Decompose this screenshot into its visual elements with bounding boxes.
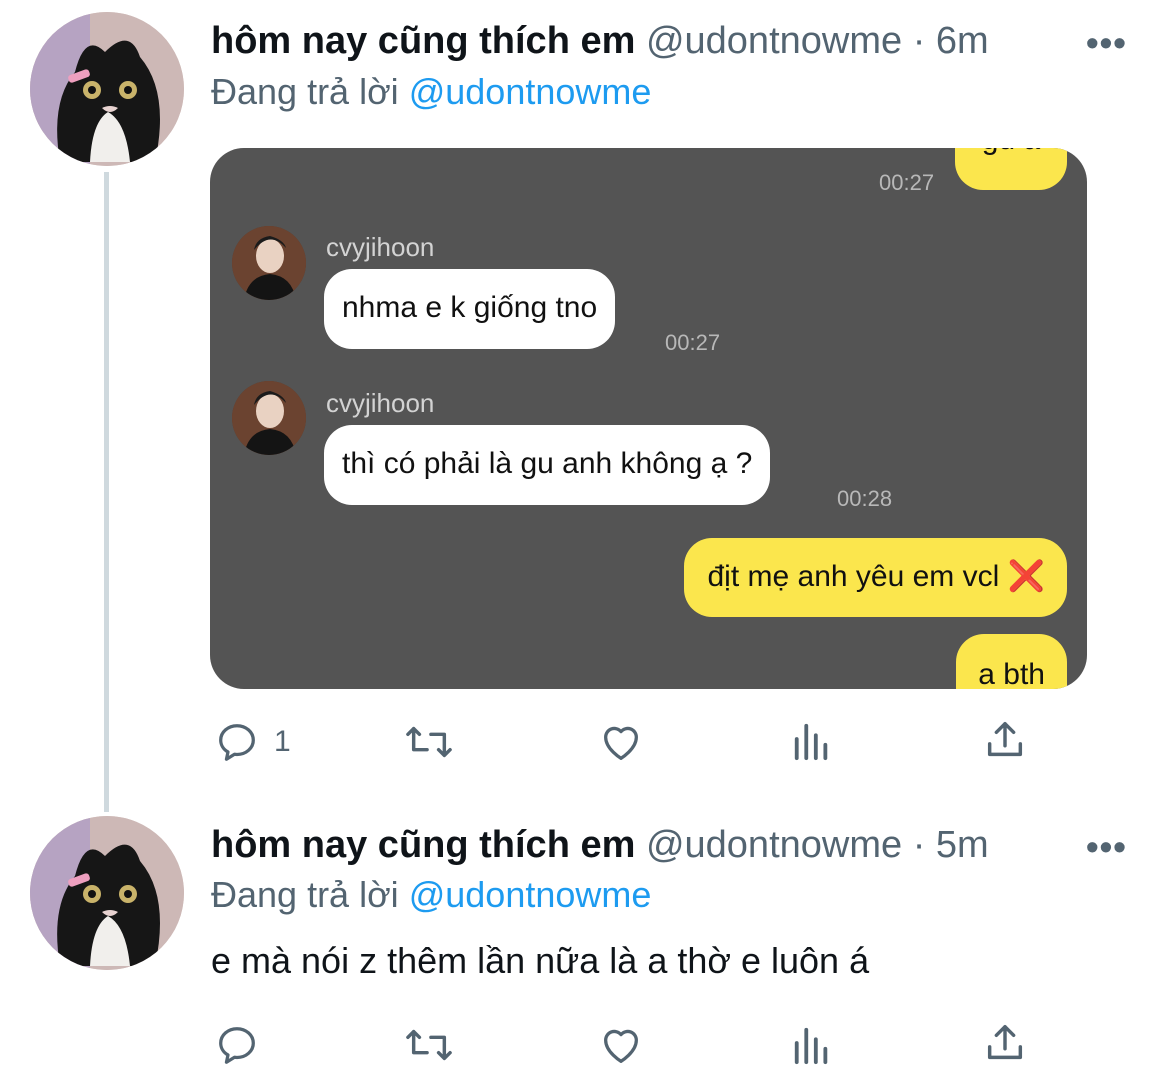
reply-button[interactable]: 1 <box>214 719 291 765</box>
reply-icon <box>219 724 255 761</box>
tweet-timestamp[interactable]: 6m <box>936 20 989 62</box>
like-icon <box>604 726 638 760</box>
cross-mark-icon: ❌ <box>1007 560 1045 593</box>
outgoing-bubble-text: địt mẹ anh yêu em vcl <box>707 560 1000 593</box>
views-button[interactable] <box>792 720 832 762</box>
replying-to: Đang trả lời @udontnowme <box>211 877 651 913</box>
incoming-bubble-text: nhma e k giống tno <box>342 291 598 324</box>
display-name[interactable]: hôm nay cũng thích em <box>211 824 635 866</box>
replying-to-label: Đang trả lời <box>211 71 399 112</box>
incoming-bubble: thì có phải là gu anh không ạ ? <box>324 425 771 505</box>
share-icon <box>987 721 1023 757</box>
separator-dot: · <box>912 824 926 866</box>
reply-button[interactable] <box>214 1022 260 1068</box>
incoming-bubble-text: thì có phải là gu anh không ạ ? <box>342 447 753 480</box>
replying-to-mention[interactable]: @udontnowme <box>409 874 652 915</box>
tweet-header: hôm nay cũng thích em @udontnowme · 6m <box>211 22 989 60</box>
avatar[interactable] <box>30 12 184 166</box>
views-icon <box>794 1027 828 1065</box>
separator-dot: · <box>912 20 926 62</box>
thread-connector-line <box>104 172 109 812</box>
share-icon <box>987 1024 1023 1060</box>
outgoing-bubble-top: gu a <box>955 148 1067 190</box>
chat-avatar <box>232 381 306 455</box>
message-time: 00:28 <box>837 486 893 511</box>
outgoing-bubble-text: a bth <box>978 658 1045 690</box>
views-button[interactable] <box>792 1024 832 1066</box>
like-button[interactable] <box>598 1022 644 1068</box>
person-avatar-image <box>232 381 306 455</box>
reply-count: 1 <box>274 725 291 758</box>
user-handle[interactable]: @udontnowme <box>646 20 902 62</box>
user-handle[interactable]: @udontnowme <box>646 824 902 866</box>
outgoing-bubble-text: gu a <box>982 148 1040 156</box>
more-options-icon[interactable]: ••• <box>1086 826 1127 868</box>
retweet-icon <box>406 1029 452 1061</box>
person-avatar-image <box>232 226 306 300</box>
like-button[interactable] <box>598 719 644 765</box>
chat-screenshot-media[interactable]: gu a 00:27 cvyjihoon nhma e k giống tno … <box>210 148 1087 689</box>
retweet-button[interactable] <box>402 1022 456 1068</box>
chat-sender-name: cvyjihoon <box>326 388 435 418</box>
tweet-header: hôm nay cũng thích em @udontnowme · 5m <box>211 826 989 864</box>
tweet-timestamp[interactable]: 5m <box>936 824 989 866</box>
more-options-icon[interactable]: ••• <box>1086 22 1127 64</box>
views-icon <box>794 723 828 761</box>
incoming-bubble: nhma e k giống tno <box>324 269 616 349</box>
outgoing-bubble: a bth <box>956 634 1067 689</box>
retweet-button[interactable] <box>402 719 456 765</box>
message-time: 00:27 <box>879 170 935 195</box>
tweet-text: e mà nói z thêm lần nữa là a thờ e luôn … <box>211 940 870 981</box>
replying-to-mention[interactable]: @udontnowme <box>409 71 652 112</box>
cat-avatar-image <box>30 12 184 166</box>
share-button[interactable] <box>982 717 1028 763</box>
share-button[interactable] <box>982 1020 1028 1066</box>
cat-avatar-image <box>30 816 184 970</box>
avatar[interactable] <box>30 816 184 970</box>
retweet-icon <box>406 726 452 758</box>
outgoing-bubble: địt mẹ anh yêu em vcl ❌ <box>683 538 1067 617</box>
replying-to: Đang trả lời @udontnowme <box>211 74 651 110</box>
replying-to-label: Đang trả lời <box>211 874 399 915</box>
reply-icon <box>219 1027 255 1064</box>
message-time: 00:27 <box>665 330 721 355</box>
display-name[interactable]: hôm nay cũng thích em <box>211 20 635 62</box>
chat-avatar <box>232 226 306 300</box>
chat-sender-name: cvyjihoon <box>326 232 435 262</box>
like-icon <box>604 1029 638 1063</box>
